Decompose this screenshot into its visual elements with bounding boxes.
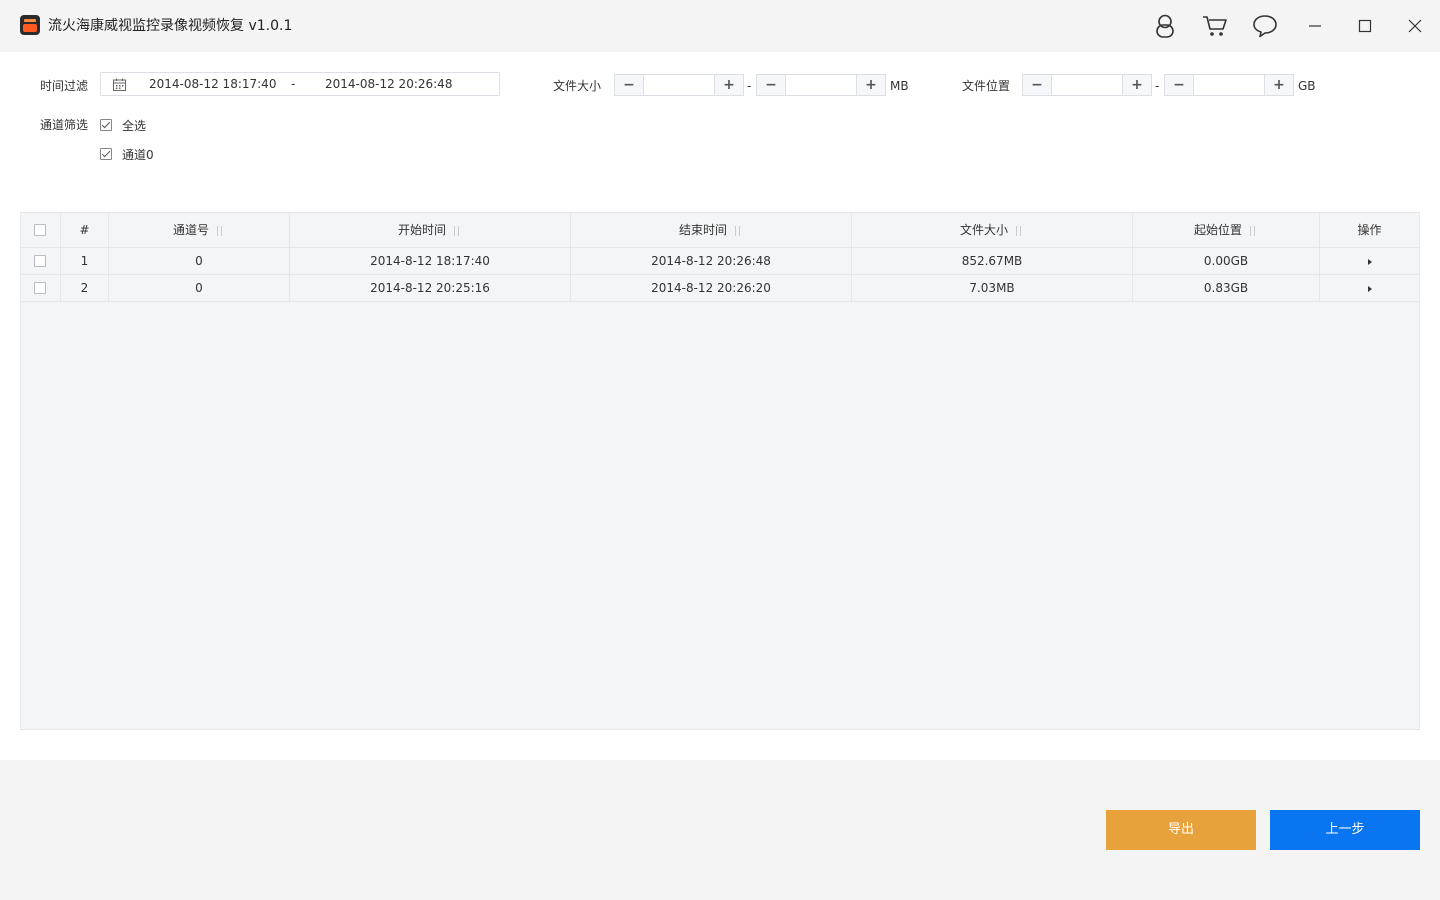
row-index: 1 [61,248,109,274]
row-index: 2 [61,275,109,301]
sort-icon[interactable] [1014,225,1024,237]
play-arrow-icon[interactable] [1367,285,1372,292]
channel0-checkbox[interactable] [100,148,112,160]
user-icon[interactable] [1148,10,1182,42]
header-select-cell [21,213,61,248]
row-end-time: 2014-8-12 20:26:20 [571,275,852,301]
position-unit: GB [1298,79,1316,93]
header-action: 操作 [1357,223,1382,237]
row-checkbox[interactable] [34,282,46,294]
row-action[interactable] [1320,248,1419,274]
sort-icon[interactable] [215,225,225,237]
file-size-label: 文件大小 [553,79,602,93]
row-channel: 0 [109,248,290,274]
size-max-input[interactable] [786,75,856,95]
position-max-input[interactable] [1194,75,1264,95]
size-min-stepper[interactable]: − + [614,74,744,96]
row-offset: 0.83GB [1133,275,1320,301]
title-bar: 流火海康威视监控录像视频恢复 v1.0.1 [0,0,1440,52]
size-max-stepper[interactable]: − + [756,74,886,96]
header-offset[interactable]: 起始位置 [1133,213,1320,248]
cart-icon[interactable] [1198,10,1232,42]
header-channel[interactable]: 通道号 [109,213,290,248]
export-button[interactable]: 导出 [1106,810,1256,850]
row-file-size: 7.03MB [852,275,1133,301]
sort-icon[interactable] [452,225,462,237]
position-range-dash: - [1155,79,1160,93]
table-header: # 通道号 开始时间 结束时间 文件大小 起始位置 操作 [21,213,1419,248]
position-min-stepper[interactable]: − + [1022,74,1152,96]
table-row[interactable]: 1 0 2014-8-12 18:17:40 2014-8-12 20:26:4… [21,248,1419,275]
play-arrow-icon[interactable] [1367,258,1372,265]
position-min-input[interactable] [1052,75,1122,95]
row-file-size: 852.67MB [852,248,1133,274]
position-max-decrease-button[interactable]: − [1165,75,1194,95]
row-offset: 0.00GB [1133,248,1320,274]
channel-filter-label: 通道筛选 [40,118,89,132]
size-max-increase-button[interactable]: + [856,75,885,95]
chat-icon[interactable] [1248,10,1282,42]
date-range-picker[interactable]: 2014-08-12 18:17:40 - 2014-08-12 20:26:4… [100,72,500,96]
row-start-time: 2014-8-12 20:25:16 [290,275,571,301]
channel0-label[interactable]: 通道0 [122,146,154,164]
size-min-input[interactable] [644,75,714,95]
back-button[interactable]: 上一步 [1270,810,1420,850]
start-time-value[interactable]: 2014-08-12 18:17:40 [149,76,276,92]
header-index: # [61,213,109,248]
select-all-checkbox[interactable] [100,119,112,131]
header-select-checkbox[interactable] [34,224,46,236]
position-max-increase-button[interactable]: + [1264,75,1293,95]
table-row[interactable]: 2 0 2014-8-12 20:25:16 2014-8-12 20:26:2… [21,275,1419,302]
row-end-time: 2014-8-12 20:26:48 [571,248,852,274]
position-min-decrease-button[interactable]: − [1023,75,1052,95]
range-separator: - [291,77,296,91]
header-end-time[interactable]: 结束时间 [571,213,852,248]
row-start-time: 2014-8-12 18:17:40 [290,248,571,274]
position-max-stepper[interactable]: − + [1164,74,1294,96]
size-unit: MB [890,79,909,93]
footer-bar: 导出 上一步 [0,760,1440,900]
size-min-increase-button[interactable]: + [714,75,743,95]
select-all-label[interactable]: 全选 [122,117,146,135]
close-icon[interactable] [1398,10,1432,42]
size-range-dash: - [747,79,752,93]
header-file-size[interactable]: 文件大小 [852,213,1133,248]
sort-icon[interactable] [1248,225,1258,237]
file-position-label: 文件位置 [962,79,1011,93]
row-channel: 0 [109,275,290,301]
minimize-icon[interactable] [1298,10,1332,42]
sort-icon[interactable] [733,225,743,237]
end-time-value[interactable]: 2014-08-12 20:26:48 [325,76,452,92]
time-filter-label: 时间过滤 [40,79,89,93]
header-start-time[interactable]: 开始时间 [290,213,571,248]
app-logo [20,15,40,35]
position-min-increase-button[interactable]: + [1122,75,1151,95]
size-min-decrease-button[interactable]: − [615,75,644,95]
row-action[interactable] [1320,275,1419,301]
size-max-decrease-button[interactable]: − [757,75,786,95]
calendar-icon [113,78,126,91]
results-table: # 通道号 开始时间 结束时间 文件大小 起始位置 操作 1 0 2014-8-… [20,212,1420,730]
maximize-icon[interactable] [1348,10,1382,42]
app-title: 流火海康威视监控录像视频恢复 v1.0.1 [48,18,293,34]
row-checkbox[interactable] [34,255,46,267]
